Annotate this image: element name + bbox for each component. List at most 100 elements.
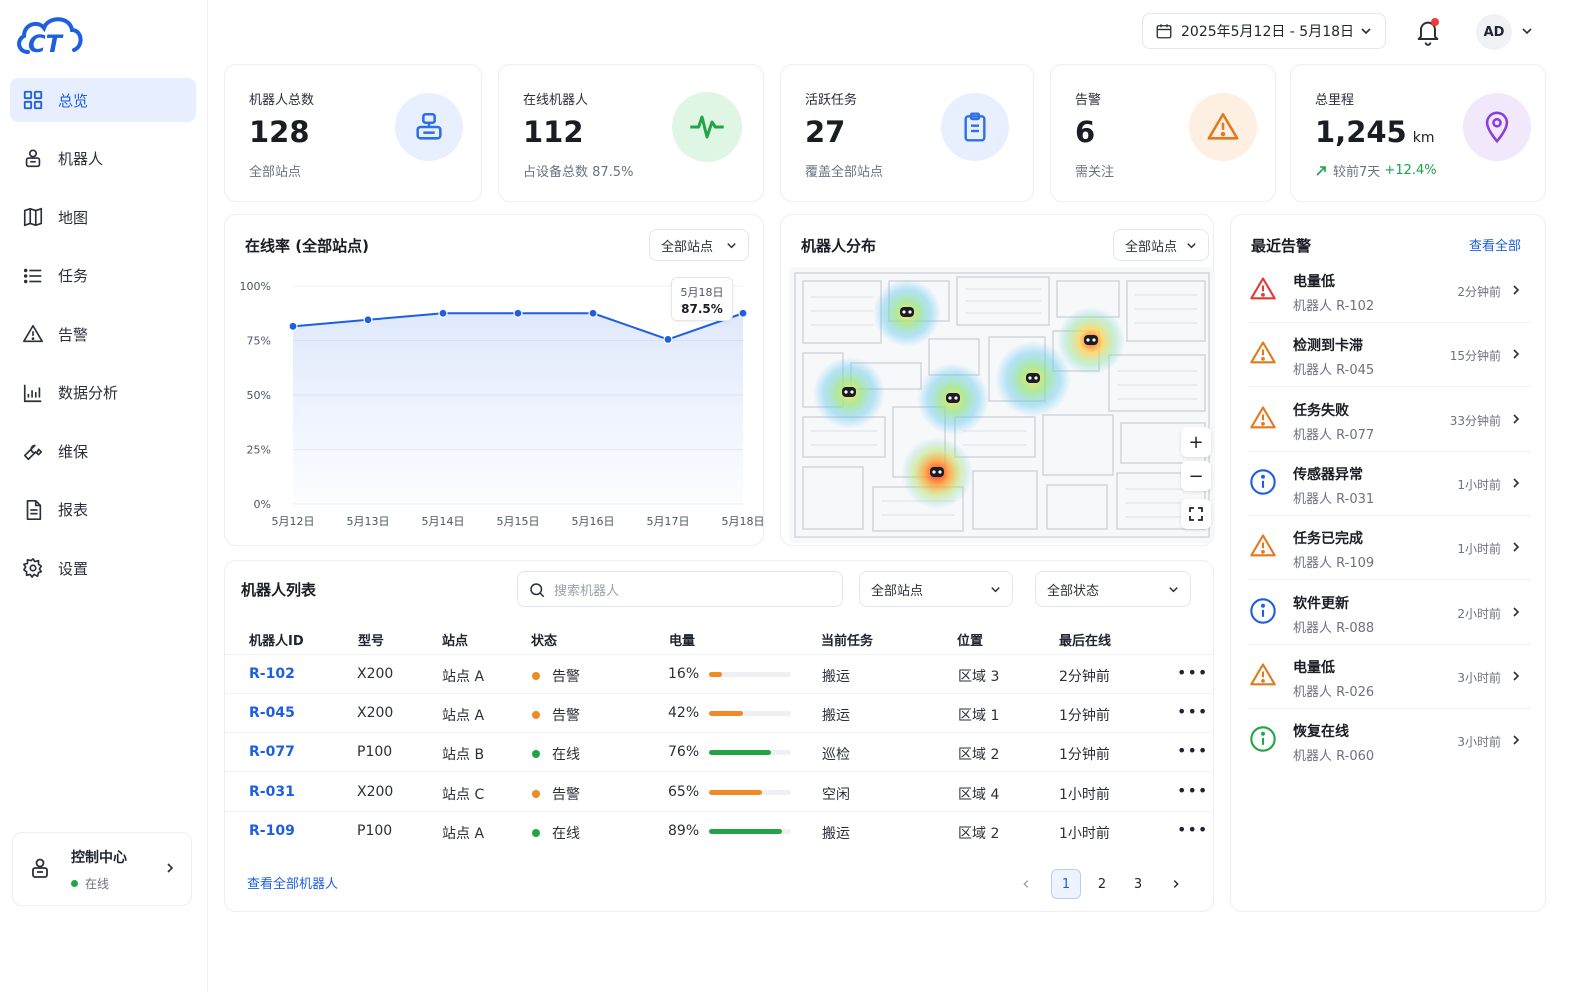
stat-card-total-robots[interactable]: 机器人总数 128 全部站点 [224,64,482,202]
prev-page-button[interactable] [1011,869,1041,899]
y-tick-label: 75% [247,335,271,348]
page-button-2[interactable]: 2 [1087,869,1117,899]
info-icon [1250,469,1276,495]
alert-title: 电量低 [1293,274,1335,290]
alert-item[interactable]: 电量低 机器人 R-102 2分钟前 [1249,259,1531,323]
battery-value: 16% [668,666,700,682]
battery-bar-fill [709,750,772,756]
more-actions-button[interactable]: ••• [1177,702,1208,721]
stat-card-alerts[interactable]: 告警 6 需关注 [1050,64,1276,202]
sidebar-item-settings[interactable]: 设置 [10,546,196,590]
table-row[interactable]: R-109 P100 站点 A 在线 89% 搬运 区域 2 1小时前 ••• [225,812,1213,851]
sidebar-item-robots[interactable]: 机器人 [10,137,196,181]
robot-status-filter[interactable]: 全部状态 [1035,571,1191,607]
robot-id-link[interactable]: R-077 [249,744,295,760]
alert-title: 恢复在线 [1293,724,1349,741]
sidebar-item-overview[interactable]: 总览 [10,78,196,122]
recent-alerts-panel: 最近告警 查看全部 电量低 机器人 R-102 2分钟前 检测到卡滞 机器人 R-045… [1230,214,1546,912]
alert-item[interactable]: 传感器异常 机器人 R-031 1小时前 [1249,452,1531,516]
robot-model: P100 [357,822,393,839]
column-header[interactable]: 站点 [442,630,468,649]
alert-item[interactable]: 检测到卡滞 机器人 R-045 15分钟前 [1249,323,1531,388]
table-row[interactable]: R-077 P100 站点 B 在线 76% 巡检 区域 2 1分钟前 ••• [225,733,1213,773]
chevron-down-icon[interactable] [1520,24,1534,38]
notifications-button[interactable] [1414,18,1442,46]
sidebar-item-reports[interactable]: 报表 [10,488,196,532]
robot-id-link[interactable]: R-109 [249,823,295,839]
robot-search-input[interactable]: 搜索机器人 [517,571,843,607]
robot-site: 站点 A [442,825,485,842]
date-range-text: 2025年5月12日 - 5月18日 [1181,24,1355,40]
stat-card-active-tasks[interactable]: 活跃任务 27 覆盖全部站点 [780,64,1034,202]
status-text: 在线 [552,747,580,764]
page-button-1[interactable]: 1 [1051,869,1081,899]
floor-map[interactable]: + − [789,267,1215,543]
robot-site-filter[interactable]: 全部站点 [859,571,1013,607]
alert-robot: 机器人 R-026 [1293,684,1375,700]
column-header[interactable]: 机器人ID [249,630,304,649]
map-site-filter-select[interactable]: 全部站点 [1113,229,1209,261]
robot-model: P100 [357,744,393,761]
next-page-button[interactable] [1161,869,1191,899]
fullscreen-button[interactable] [1181,499,1211,529]
page-button-3[interactable]: 3 [1123,869,1153,899]
date-range-picker[interactable]: 2025年5月12日 - 5月18日 [1142,13,1386,49]
robot-id-link[interactable]: R-031 [249,784,295,800]
more-actions-button[interactable]: ••• [1177,741,1208,760]
stat-card-online-robots[interactable]: 在线机器人 112 占设备总数 87.5% [498,64,764,202]
sidebar-item-maintenance[interactable]: 维保 [10,429,196,473]
stat-value: 6 [1075,115,1096,149]
robot-id-link[interactable]: R-102 [249,666,295,682]
column-header[interactable]: 位置 [957,630,983,649]
more-actions-button[interactable]: ••• [1177,663,1208,682]
view-all-alerts-link[interactable]: 查看全部 [1469,235,1521,254]
zoom-out-button[interactable]: − [1181,461,1211,491]
more-actions-button[interactable]: ••• [1177,820,1208,839]
user-avatar[interactable]: AD [1476,14,1512,50]
alert-item[interactable]: 任务已完成 机器人 R-109 1小时前 [1249,516,1531,581]
table-row[interactable]: R-031 X200 站点 C 告警 65% 空闲 区域 4 1小时前 ••• [225,773,1213,812]
control-center-status: 在线 [85,876,110,891]
column-header[interactable]: 最后在线 [1059,630,1111,649]
column-header[interactable]: 状态 [531,630,557,649]
stat-value: 128 [249,115,310,149]
stat-card-total-mileage[interactable]: 总里程 1,245 km 较前7天 +12.4% [1290,64,1546,202]
last-seen: 1小时前 [1059,825,1110,842]
alert-item[interactable]: 电量低 机器人 R-026 3小时前 [1249,645,1531,709]
sidebar-item-map[interactable]: 地图 [10,195,196,239]
more-actions-button[interactable]: ••• [1177,781,1208,800]
zoom-in-button[interactable]: + [1181,427,1211,457]
stat-label: 在线机器人 [523,93,589,108]
robot-site: 站点 A [442,708,485,725]
status-text: 在线 [552,825,580,842]
table-row[interactable]: R-102 X200 站点 A 告警 16% 搬运 区域 3 2分钟前 ••• [225,655,1213,694]
alert-item[interactable]: 任务失败 机器人 R-077 33分钟前 [1249,388,1531,452]
current-task: 空闲 [822,786,850,803]
current-task: 搬运 [822,669,850,685]
sidebar-item-tasks[interactable]: 任务 [10,254,196,298]
alert-title: 任务失败 [1293,402,1349,419]
brand-logo[interactable]: CT [14,12,86,64]
sidebar-item-label: 报表 [58,501,89,519]
view-all-robots-link[interactable]: 查看全部机器人 [247,873,338,892]
sidebar-item-alerts[interactable]: 告警 [10,312,196,356]
column-header[interactable]: 电量 [669,630,695,649]
alert-title: 电量低 [1293,659,1335,676]
control-center-card[interactable]: 控制中心 在线 [12,832,192,906]
control-center-title: 控制中心 [71,849,127,866]
stat-value-number: 1,245 [1315,115,1407,149]
calendar-icon [1156,24,1172,39]
battery-bar [709,789,791,795]
robot-status: 告警 [532,705,580,725]
last-seen: 2分钟前 [1059,669,1110,685]
robot-id-link[interactable]: R-045 [249,705,295,721]
chevron-right-icon [1513,735,1520,745]
sidebar-item-label: 维保 [58,442,89,461]
table-row[interactable]: R-045 X200 站点 A 告警 42% 搬运 区域 1 1分钟前 ••• [225,694,1213,734]
column-header[interactable]: 型号 [358,630,384,649]
alert-item[interactable]: 恢复在线 机器人 R-060 3小时前 [1249,709,1531,773]
alert-item[interactable]: 软件更新 机器人 R-088 2小时前 [1249,581,1531,645]
alert-time: 33分钟前 [1449,413,1501,428]
sidebar-item-analytics[interactable]: 数据分析 [10,371,196,415]
column-header[interactable]: 当前任务 [821,630,873,649]
